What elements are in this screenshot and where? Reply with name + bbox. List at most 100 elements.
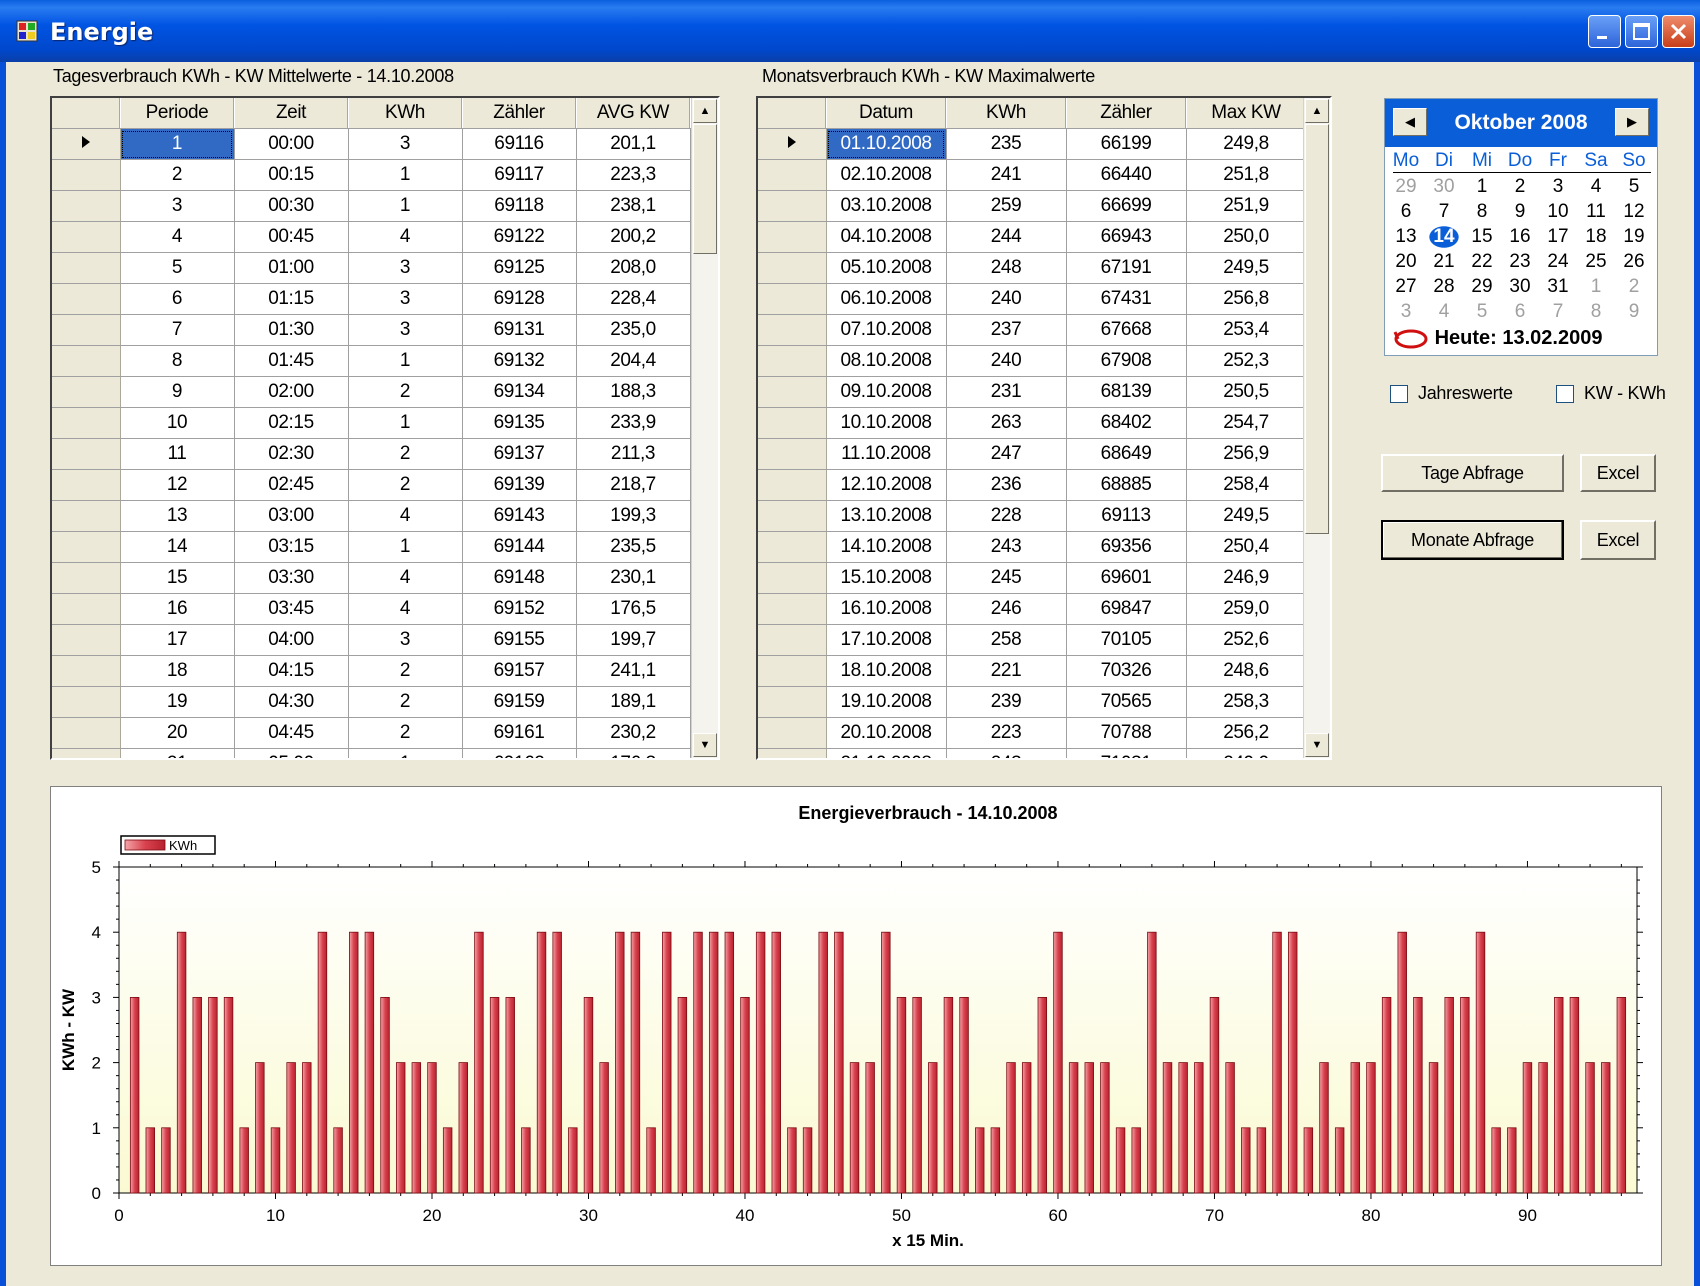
table-cell[interactable]: 223,3 <box>576 159 691 191</box>
table-cell[interactable]: 4 <box>120 221 235 253</box>
table-row[interactable]: 04.10.2008 244 66943 250,0 <box>758 221 1307 253</box>
table-cell[interactable]: 69155 <box>462 624 577 656</box>
table-cell[interactable]: 259 <box>946 190 1067 222</box>
calendar-day[interactable]: 9 <box>1615 300 1653 324</box>
table-row[interactable]: 4 00:45 4 69122 200,2 <box>52 221 691 253</box>
table-cell[interactable]: 21 <box>120 748 235 758</box>
table-row[interactable]: 13.10.2008 228 69113 249,5 <box>758 500 1307 532</box>
table-row[interactable]: 14 03:15 1 69144 235,5 <box>52 531 691 563</box>
table-cell[interactable]: 66943 <box>1066 221 1187 253</box>
table-cell[interactable]: 7 <box>120 314 235 346</box>
calendar-day[interactable]: 1 <box>1463 175 1501 199</box>
table-cell[interactable]: 06.10.2008 <box>826 283 947 315</box>
calendar-day[interactable]: 4 <box>1425 300 1463 324</box>
table-row[interactable]: 15 03:30 4 69148 230,1 <box>52 562 691 594</box>
close-button[interactable] <box>1662 15 1695 48</box>
row-header[interactable] <box>52 128 121 160</box>
table-cell[interactable]: 189,1 <box>576 686 691 718</box>
table-row[interactable]: 02.10.2008 241 66440 251,8 <box>758 159 1307 191</box>
table-cell[interactable]: 252,3 <box>1186 345 1307 377</box>
table-row[interactable]: 12 02:45 2 69139 218,7 <box>52 469 691 501</box>
day-col-header[interactable]: AVG KW <box>576 98 691 129</box>
table-cell[interactable]: 69134 <box>462 376 577 408</box>
table-cell[interactable]: 04:30 <box>234 686 349 718</box>
calendar-day[interactable]: 6 <box>1501 300 1539 324</box>
calendar-day[interactable]: 23 <box>1501 250 1539 274</box>
month-col-header[interactable]: Zähler <box>1066 98 1187 129</box>
table-cell[interactable]: 249,8 <box>1186 128 1307 160</box>
table-cell[interactable]: 10.10.2008 <box>826 407 947 439</box>
calendar-day[interactable]: 21 <box>1425 250 1463 274</box>
table-cell[interactable]: 03:45 <box>234 593 349 625</box>
scroll-down-button[interactable]: ▼ <box>1305 733 1329 757</box>
table-cell[interactable]: 67431 <box>1066 283 1187 315</box>
kw-kwh-checkbox[interactable] <box>1556 385 1574 403</box>
row-header[interactable] <box>758 190 827 222</box>
table-cell[interactable]: 70788 <box>1066 717 1187 749</box>
table-cell[interactable]: 247 <box>946 438 1067 470</box>
table-row[interactable]: 11 02:30 2 69137 211,3 <box>52 438 691 470</box>
table-cell[interactable]: 246,9 <box>1186 562 1307 594</box>
table-cell[interactable]: 68885 <box>1066 469 1187 501</box>
table-row[interactable]: 1 00:00 3 69116 201,1 <box>52 128 691 160</box>
table-row[interactable]: 15.10.2008 245 69601 246,9 <box>758 562 1307 594</box>
scroll-up-button[interactable]: ▲ <box>693 99 717 123</box>
table-cell[interactable]: 1 <box>348 748 463 758</box>
row-header[interactable] <box>52 562 121 594</box>
table-cell[interactable]: 250,0 <box>1186 221 1307 253</box>
table-cell[interactable]: 67668 <box>1066 314 1187 346</box>
table-row[interactable]: 20 04:45 2 69161 230,2 <box>52 717 691 749</box>
table-cell[interactable]: 15 <box>120 562 235 594</box>
table-cell[interactable]: 20 <box>120 717 235 749</box>
calendar-day[interactable]: 25 <box>1577 250 1615 274</box>
row-header[interactable] <box>52 407 121 439</box>
row-header[interactable] <box>758 438 827 470</box>
calendar-day[interactable]: 7 <box>1539 300 1577 324</box>
title-bar[interactable]: Energie <box>0 0 1700 62</box>
table-cell[interactable]: 244 <box>946 221 1067 253</box>
calendar-day[interactable]: 8 <box>1463 200 1501 224</box>
table-cell[interactable]: 11 <box>120 438 235 470</box>
table-cell[interactable]: 248,6 <box>1186 655 1307 687</box>
calendar-day[interactable]: 18 <box>1577 225 1615 249</box>
table-cell[interactable]: 176,5 <box>576 593 691 625</box>
table-row[interactable]: 9 02:00 2 69134 188,3 <box>52 376 691 408</box>
calendar-day[interactable]: 31 <box>1539 275 1577 299</box>
calendar-day[interactable]: 20 <box>1387 250 1425 274</box>
row-header[interactable] <box>52 624 121 656</box>
day-col-header[interactable]: Periode <box>120 98 235 129</box>
calendar-day-selected[interactable]: 14 <box>1425 225 1463 249</box>
table-cell[interactable]: 251,9 <box>1186 190 1307 222</box>
row-header[interactable] <box>52 500 121 532</box>
table-cell[interactable]: 235,0 <box>576 314 691 346</box>
table-cell[interactable]: 199,3 <box>576 500 691 532</box>
table-cell[interactable]: 1 <box>348 531 463 563</box>
table-cell[interactable]: 240 <box>946 345 1067 377</box>
table-cell[interactable]: 69125 <box>462 252 577 284</box>
table-row[interactable]: 5 01:00 3 69125 208,0 <box>52 252 691 284</box>
table-cell[interactable]: 66199 <box>1066 128 1187 160</box>
calendar-day[interactable]: 4 <box>1577 175 1615 199</box>
kw-kwh-label[interactable]: KW - KWh <box>1584 383 1666 404</box>
table-cell[interactable]: 71031 <box>1066 748 1187 758</box>
table-cell[interactable]: 69117 <box>462 159 577 191</box>
table-cell[interactable]: 69152 <box>462 593 577 625</box>
scroll-thumb[interactable] <box>693 124 717 254</box>
table-cell[interactable]: 69122 <box>462 221 577 253</box>
table-cell[interactable]: 17 <box>120 624 235 656</box>
calendar-day[interactable]: 30 <box>1501 275 1539 299</box>
calendar-day[interactable]: 29 <box>1463 275 1501 299</box>
table-cell[interactable]: 233,9 <box>576 407 691 439</box>
table-cell[interactable]: 03:00 <box>234 500 349 532</box>
table-cell[interactable]: 69159 <box>462 686 577 718</box>
row-header[interactable] <box>758 717 827 749</box>
table-cell[interactable]: 4 <box>348 500 463 532</box>
calendar-day[interactable]: 3 <box>1539 175 1577 199</box>
row-header[interactable] <box>52 469 121 501</box>
row-header[interactable] <box>758 221 827 253</box>
table-cell[interactable]: 18.10.2008 <box>826 655 947 687</box>
table-cell[interactable]: 14.10.2008 <box>826 531 947 563</box>
table-row[interactable]: 2 00:15 1 69117 223,3 <box>52 159 691 191</box>
table-cell[interactable]: 253,4 <box>1186 314 1307 346</box>
calendar-day[interactable]: 6 <box>1387 200 1425 224</box>
